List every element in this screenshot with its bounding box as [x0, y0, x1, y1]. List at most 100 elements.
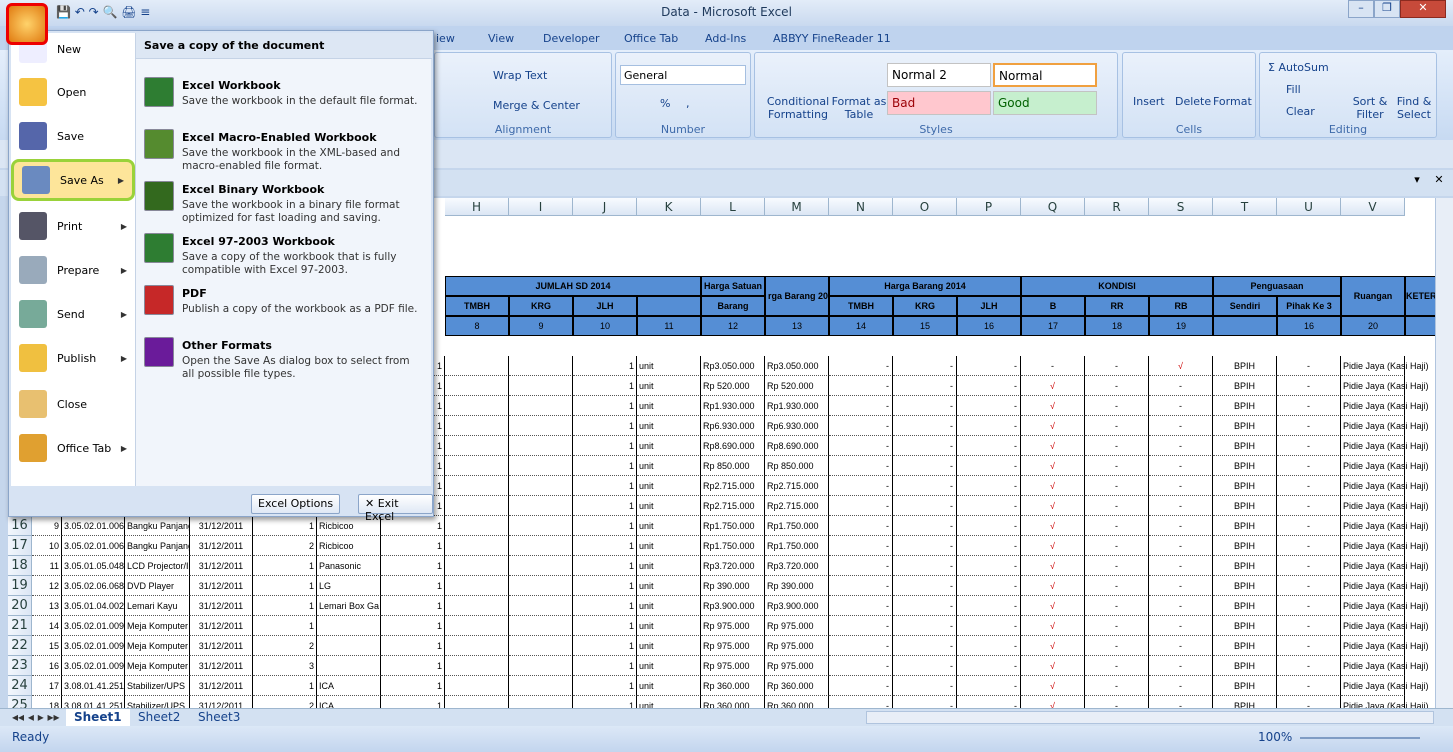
cell-rp[interactable]: -: [829, 496, 893, 516]
cell-qty2[interactable]: 1: [381, 596, 445, 616]
menu-item-send[interactable]: Send ▶: [11, 293, 135, 335]
cell-brand[interactable]: ICA: [317, 676, 381, 696]
column-header-O[interactable]: O: [893, 198, 957, 216]
cell[interactable]: [445, 436, 509, 456]
cell-price[interactable]: Rp 360.000: [765, 676, 829, 696]
save-option-4[interactable]: PDF Publish a copy of the workbook as a P…: [136, 281, 432, 333]
cell-rp[interactable]: -: [893, 356, 957, 376]
cell-check[interactable]: √: [1021, 556, 1085, 576]
cell-date[interactable]: 31/12/2011: [190, 636, 253, 656]
cell-dash[interactable]: -: [1021, 356, 1085, 376]
column-header-N[interactable]: N: [829, 198, 893, 216]
cell[interactable]: [445, 616, 509, 636]
cell-rp[interactable]: -: [829, 476, 893, 496]
cell-date[interactable]: 31/12/2011: [190, 576, 253, 596]
cell-date[interactable]: 31/12/2011: [190, 616, 253, 636]
cell-dash[interactable]: -: [1149, 636, 1213, 656]
cell-unit[interactable]: unit: [637, 436, 701, 456]
cell-dash[interactable]: -: [1085, 436, 1149, 456]
menu-item-publish[interactable]: Publish ▶: [11, 337, 135, 379]
cell-dash[interactable]: -: [1149, 616, 1213, 636]
minimize-button[interactable]: –: [1348, 0, 1374, 18]
cell-price[interactable]: Rp3.900.000: [701, 596, 765, 616]
menu-item-prepare[interactable]: Prepare ▶: [11, 249, 135, 291]
cell-dash[interactable]: -: [1277, 456, 1341, 476]
autosum-button[interactable]: Σ AutoSum: [1268, 61, 1329, 74]
row-header[interactable]: 25: [8, 696, 32, 708]
cell[interactable]: [445, 356, 509, 376]
cell-brand[interactable]: LG: [317, 576, 381, 596]
menu-item-close[interactable]: Close: [11, 383, 135, 425]
cell-no[interactable]: 9: [32, 516, 62, 536]
office-button[interactable]: [6, 3, 48, 45]
cell-rp[interactable]: -: [957, 496, 1021, 516]
cell-brand[interactable]: ICA: [317, 696, 381, 708]
close-workbook-button[interactable]: ✕: [1430, 173, 1448, 191]
cell-price[interactable]: Rp1.750.000: [765, 536, 829, 556]
cell-dash[interactable]: -: [1149, 496, 1213, 516]
cell-jlh[interactable]: 1: [573, 476, 637, 496]
cell-check[interactable]: √: [1021, 436, 1085, 456]
cell-code[interactable]: 3.05.01.04.002: [62, 596, 125, 616]
menu-item-print[interactable]: Print ▶: [11, 205, 135, 247]
menu-item-save[interactable]: Save: [11, 115, 135, 157]
column-header-J[interactable]: J: [573, 198, 637, 216]
cell-rp[interactable]: -: [829, 696, 893, 708]
cell-rp[interactable]: -: [829, 556, 893, 576]
cell-jlh[interactable]: 1: [573, 596, 637, 616]
cell-jlh[interactable]: 1: [573, 676, 637, 696]
row-header[interactable]: 22: [8, 636, 32, 656]
cell-no[interactable]: 12: [32, 576, 62, 596]
cell-price[interactable]: Rp3.050.000: [765, 356, 829, 376]
cell-dash[interactable]: -: [1085, 496, 1149, 516]
cell[interactable]: [445, 536, 509, 556]
cell-bpih[interactable]: BPIH: [1213, 556, 1277, 576]
cell-dash[interactable]: -: [1085, 636, 1149, 656]
cell[interactable]: [509, 456, 573, 476]
cell-bpih[interactable]: BPIH: [1213, 656, 1277, 676]
cell-dash[interactable]: -: [1149, 516, 1213, 536]
row-header[interactable]: 19: [8, 576, 32, 596]
save-option-3[interactable]: Excel 97-2003 Workbook Save a copy of the…: [136, 229, 432, 281]
cell-unit[interactable]: unit: [637, 516, 701, 536]
comma-button[interactable]: ,: [686, 97, 690, 110]
cell-bpih[interactable]: BPIH: [1213, 636, 1277, 656]
cell-price[interactable]: Rp6.930.000: [701, 416, 765, 436]
cell-dash[interactable]: -: [1277, 656, 1341, 676]
cell-code[interactable]: 3.05.02.01.009: [62, 636, 125, 656]
cell-name[interactable]: LCD Projector/In: [125, 556, 190, 576]
cell-rp[interactable]: -: [893, 436, 957, 456]
cell-price[interactable]: Rp1.750.000: [765, 516, 829, 536]
cell-price[interactable]: Rp3.720.000: [765, 556, 829, 576]
column-header-L[interactable]: L: [701, 198, 765, 216]
cell-bpih[interactable]: BPIH: [1213, 616, 1277, 636]
cell-ruangan[interactable]: Pidie Jaya (Kasi Haji): [1341, 656, 1429, 676]
style-normal-2[interactable]: Normal 2: [887, 63, 991, 87]
cell-date[interactable]: 31/12/2011: [190, 556, 253, 576]
cell-qty[interactable]: 2: [253, 696, 317, 708]
cell-check[interactable]: √: [1021, 576, 1085, 596]
cell-name[interactable]: Stabilizer/UPS: [125, 696, 190, 708]
cell-ruangan[interactable]: Pidie Jaya (Kasi Haji): [1341, 516, 1429, 536]
cell-no[interactable]: 18: [32, 696, 62, 708]
cell-no[interactable]: 16: [32, 656, 62, 676]
cell-price[interactable]: Rp1.750.000: [701, 516, 765, 536]
cell-price[interactable]: Rp 975.000: [765, 656, 829, 676]
cell-bpih[interactable]: BPIH: [1213, 516, 1277, 536]
cell-name[interactable]: DVD Player: [125, 576, 190, 596]
cell-rp[interactable]: -: [957, 556, 1021, 576]
cell-dash[interactable]: -: [1085, 596, 1149, 616]
cell-bpih[interactable]: BPIH: [1213, 356, 1277, 376]
cell[interactable]: [509, 536, 573, 556]
cell-rp[interactable]: -: [957, 656, 1021, 676]
cell-price[interactable]: Rp1.930.000: [701, 396, 765, 416]
cell-jlh[interactable]: 1: [573, 376, 637, 396]
cell-jlh[interactable]: 1: [573, 576, 637, 596]
cell-ruangan[interactable]: Pidie Jaya (Kasi Haji): [1341, 576, 1429, 596]
cell-dash[interactable]: -: [1277, 396, 1341, 416]
cell-dash[interactable]: -: [1277, 576, 1341, 596]
delete-button[interactable]: Delete: [1175, 95, 1211, 108]
cell[interactable]: [509, 396, 573, 416]
cell-bpih[interactable]: BPIH: [1213, 416, 1277, 436]
cell-rp[interactable]: -: [829, 616, 893, 636]
